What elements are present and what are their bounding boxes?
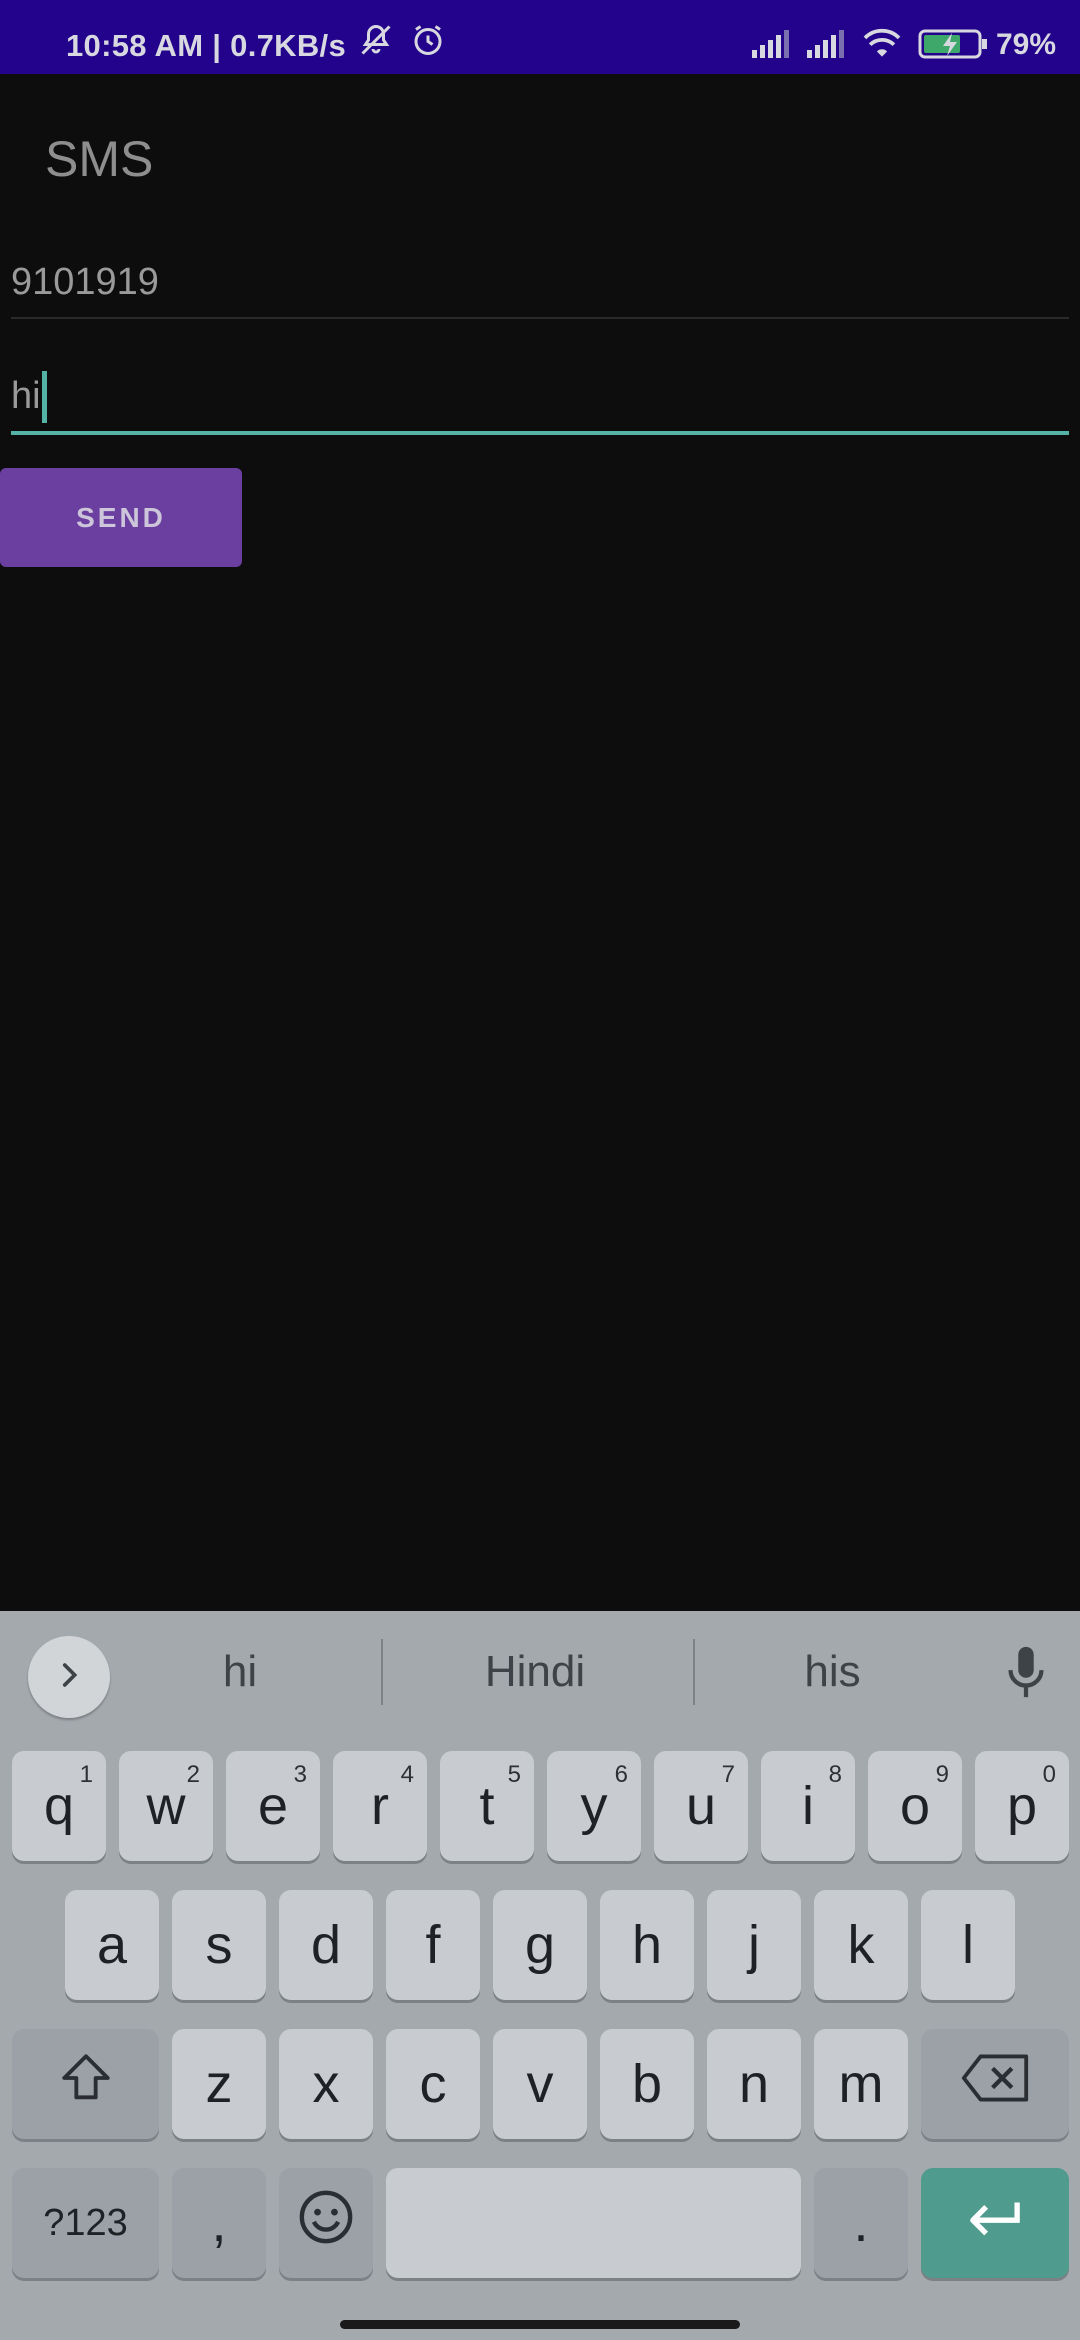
key-hint: 9 (935, 1761, 949, 1788)
key-t[interactable]: t5 (440, 1751, 534, 1861)
key-hint: 3 (293, 1761, 307, 1788)
key-d[interactable]: d (279, 1890, 373, 2000)
alarm-icon (410, 22, 446, 63)
divider (693, 1639, 695, 1705)
app-title: SMS (45, 131, 154, 187)
shift-key[interactable] (12, 2029, 159, 2139)
key-n[interactable]: n (707, 2029, 801, 2139)
space-key[interactable] (386, 2168, 801, 2278)
key-label: u (685, 1776, 717, 1836)
signal-icon (805, 28, 847, 65)
key-hint: 1 (79, 1761, 93, 1788)
key-a[interactable]: a (65, 1890, 159, 2000)
key-s[interactable]: s (172, 1890, 266, 2000)
symbols-key[interactable]: ?123 (12, 2168, 159, 2278)
backspace-key[interactable] (921, 2029, 1069, 2139)
mute-icon (358, 22, 394, 63)
key-k[interactable]: k (814, 1890, 908, 2000)
suggestion-bar: hi Hindi his (0, 1611, 1080, 1731)
comma-key[interactable]: , (172, 2168, 266, 2278)
key-hint: 2 (186, 1761, 200, 1788)
key-v[interactable]: v (493, 2029, 587, 2139)
key-hint: 5 (507, 1761, 521, 1788)
suggestion-2[interactable]: Hindi (440, 1647, 630, 1697)
key-e[interactable]: e3 (226, 1751, 320, 1861)
suggestion-3[interactable]: his (770, 1647, 895, 1697)
text-cursor (42, 371, 47, 423)
emoji-key[interactable] (279, 2168, 373, 2278)
key-hint: 4 (400, 1761, 414, 1788)
key-q[interactable]: q1 (12, 1751, 106, 1861)
status-bar: 10:58 AM | 0.7KB/s 79% (0, 0, 1080, 74)
suggestion-1[interactable]: hi (180, 1647, 300, 1697)
key-o[interactable]: o9 (868, 1751, 962, 1861)
message-value: hi (11, 375, 41, 417)
key-hint: 6 (614, 1761, 628, 1788)
key-l[interactable]: l (921, 1890, 1015, 2000)
enter-key[interactable] (921, 2168, 1069, 2278)
send-button[interactable]: SEND (0, 468, 242, 567)
key-label: q (43, 1776, 75, 1836)
key-label: e (257, 1776, 289, 1836)
key-u[interactable]: u7 (654, 1751, 748, 1861)
key-w[interactable]: w2 (119, 1751, 213, 1861)
key-hint: 7 (721, 1761, 735, 1788)
key-z[interactable]: z (172, 2029, 266, 2139)
phone-number-value: 9101919 (11, 261, 159, 303)
key-hint: 0 (1042, 1761, 1056, 1788)
key-p[interactable]: p0 (975, 1751, 1069, 1861)
key-b[interactable]: b (600, 2029, 694, 2139)
battery-charging-icon (918, 28, 990, 65)
key-label: r (371, 1776, 389, 1836)
key-label: y (580, 1776, 608, 1836)
key-label: p (1006, 1776, 1038, 1836)
key-label: i (802, 1776, 814, 1836)
key-c[interactable]: c (386, 2029, 480, 2139)
key-label: w (146, 1776, 186, 1836)
backspace-icon (959, 2051, 1031, 2118)
shift-icon (55, 2049, 117, 2120)
keyboard: hi Hindi his q1 w2 e3 r4 t5 y6 u7 i8 o9 … (0, 1611, 1080, 2340)
home-indicator[interactable] (340, 2320, 740, 2329)
microphone-icon[interactable] (1002, 1643, 1050, 1706)
wifi-icon (861, 26, 903, 65)
key-label: t (479, 1776, 495, 1836)
status-time: 10:58 AM | 0.7KB/s (66, 28, 346, 63)
key-f[interactable]: f (386, 1890, 480, 2000)
key-m[interactable]: m (814, 2029, 908, 2139)
expand-toolbar-button[interactable] (28, 1636, 110, 1718)
key-h[interactable]: h (600, 1890, 694, 2000)
divider (381, 1639, 383, 1705)
phone-number-field[interactable]: 9101919 (11, 255, 1069, 319)
key-label: o (899, 1776, 931, 1836)
emoji-icon (297, 2188, 355, 2259)
key-r[interactable]: r4 (333, 1751, 427, 1861)
message-field[interactable]: hi (11, 365, 1069, 435)
key-j[interactable]: j (707, 1890, 801, 2000)
key-i[interactable]: i8 (761, 1751, 855, 1861)
key-y[interactable]: y6 (547, 1751, 641, 1861)
key-hint: 8 (828, 1761, 842, 1788)
period-key[interactable]: . (814, 2168, 908, 2278)
enter-icon (964, 2192, 1026, 2254)
key-x[interactable]: x (279, 2029, 373, 2139)
battery-percent: 79% (996, 28, 1057, 61)
chevron-right-icon (52, 1658, 86, 1697)
signal-icon (750, 28, 792, 65)
navigation-bar (0, 2298, 1080, 2340)
key-g[interactable]: g (493, 1890, 587, 2000)
